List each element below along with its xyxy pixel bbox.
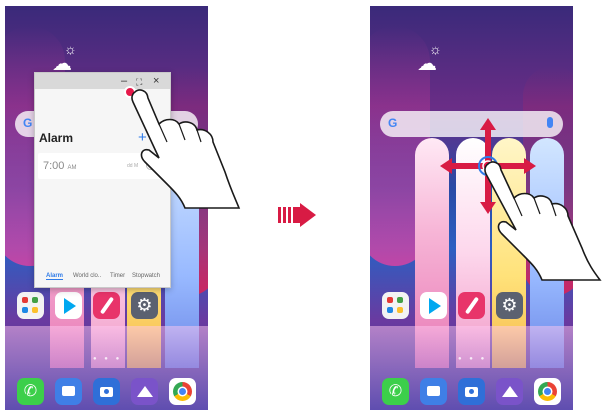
settings-gear-icon[interactable]: ⚙ (496, 292, 523, 319)
page-indicator: ● ● ● (458, 356, 488, 362)
tab-stopwatch[interactable]: Stopwatch (132, 273, 160, 279)
play-store-icon[interactable] (420, 292, 447, 319)
camera-icon[interactable] (458, 378, 485, 405)
camera-icon[interactable] (93, 378, 120, 405)
hand-pointer-icon (131, 89, 241, 209)
tab-timer[interactable]: Timer (110, 273, 125, 279)
phone-icon[interactable]: ✆ (382, 378, 409, 405)
google-logo: G (23, 116, 33, 130)
pen-icon[interactable] (93, 292, 120, 319)
alarm-time: 7:00 AM (43, 160, 77, 172)
mic-icon[interactable] (547, 117, 553, 128)
weather-icon[interactable]: ☼ ☁ (52, 41, 78, 75)
hand-pointer-icon (484, 161, 602, 281)
dock: ✆ (15, 378, 198, 408)
message-icon[interactable] (55, 378, 82, 405)
chrome-icon[interactable] (169, 378, 196, 405)
home-app-row: ⚙ (380, 292, 563, 322)
folder-icon[interactable] (17, 292, 44, 319)
phone-icon[interactable]: ✆ (17, 378, 44, 405)
home-app-row: ⚙ (15, 292, 198, 322)
play-store-icon[interactable] (55, 292, 82, 319)
pen-icon[interactable] (458, 292, 485, 319)
tab-alarm[interactable]: Alarm (46, 273, 64, 280)
next-step-arrow-icon (278, 203, 316, 227)
weather-icon[interactable]: ☼ ☁ (417, 41, 443, 75)
google-logo: G (388, 116, 398, 130)
folder-icon[interactable] (382, 292, 409, 319)
message-icon[interactable] (420, 378, 447, 405)
page-title: Alarm (39, 131, 74, 145)
page-indicator: ● ● ● (93, 356, 123, 362)
dock: ✆ (380, 378, 563, 408)
up-arrow-icon[interactable] (496, 378, 523, 405)
tab-world-clock[interactable]: World clo.. (73, 273, 101, 279)
settings-gear-icon[interactable]: ⚙ (131, 292, 158, 319)
up-arrow-icon[interactable] (131, 378, 158, 405)
chrome-icon[interactable] (534, 378, 561, 405)
